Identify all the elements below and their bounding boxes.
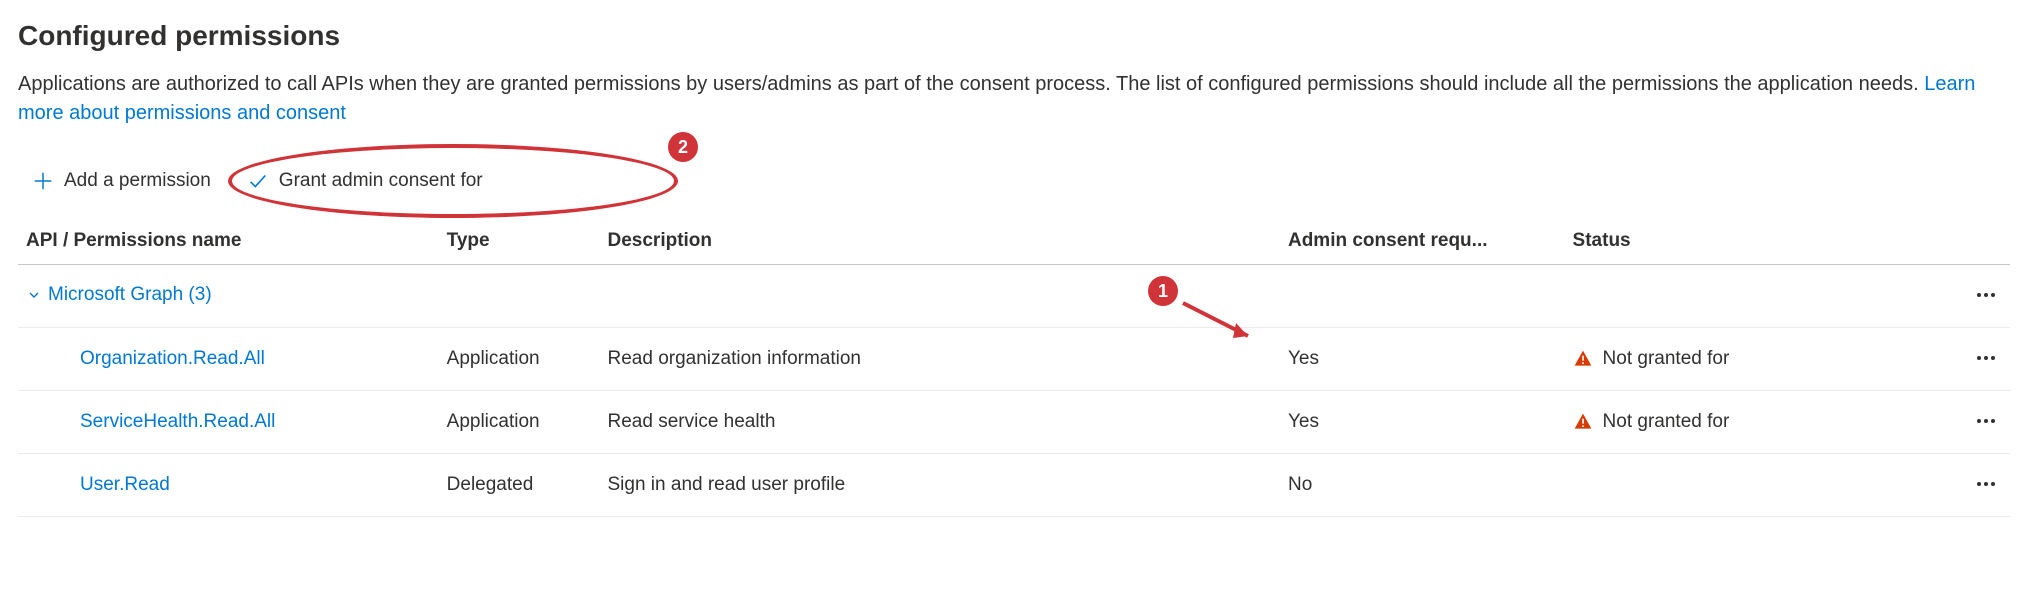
more-icon	[1974, 472, 1998, 496]
permission-description: Read organization information	[600, 328, 1280, 391]
permission-consent: Yes	[1280, 391, 1565, 454]
more-icon	[1974, 409, 1998, 433]
annotation-badge-2: 2	[668, 132, 698, 162]
warning-icon	[1573, 412, 1593, 432]
more-icon	[1974, 283, 1998, 307]
toolbar: Add a permission Grant admin consent for…	[18, 158, 2010, 218]
col-header-consent[interactable]: Admin consent requ...	[1280, 218, 1565, 265]
add-permission-button[interactable]: Add a permission	[26, 166, 217, 196]
chevron-down-icon	[26, 287, 42, 303]
permissions-table: API / Permissions name Type Description …	[18, 218, 2010, 517]
col-header-description[interactable]: Description	[600, 218, 1280, 265]
intro-text: Applications are authorized to call APIs…	[18, 70, 2010, 128]
check-icon	[247, 170, 269, 192]
permission-consent: No	[1280, 454, 1565, 517]
col-header-type[interactable]: Type	[439, 218, 600, 265]
intro-body: Applications are authorized to call APIs…	[18, 73, 1924, 95]
permission-link[interactable]: ServiceHealth.Read.All	[26, 411, 275, 433]
warning-icon	[1573, 349, 1593, 369]
col-header-name[interactable]: API / Permissions name	[18, 218, 439, 265]
permission-type: Application	[439, 328, 600, 391]
more-actions-button[interactable]	[1970, 342, 2002, 374]
status-cell: Not granted for	[1573, 411, 1928, 433]
permission-description: Sign in and read user profile	[600, 454, 1280, 517]
permission-description: Read service health	[600, 391, 1280, 454]
more-actions-button[interactable]	[1970, 279, 2002, 311]
permission-type: Application	[439, 391, 600, 454]
grant-admin-consent-label: Grant admin consent for	[279, 170, 483, 192]
table-row: ServiceHealth.Read.All Application Read …	[18, 391, 2010, 454]
more-actions-button[interactable]	[1970, 468, 2002, 500]
group-label: Microsoft Graph (3)	[48, 284, 212, 306]
col-header-status[interactable]: Status	[1565, 218, 1936, 265]
table-row: Organization.Read.All Application Read o…	[18, 328, 2010, 391]
status-text: Not granted for	[1603, 348, 1730, 370]
permission-type: Delegated	[439, 454, 600, 517]
api-group-row[interactable]: Microsoft Graph (3)	[18, 265, 2010, 328]
more-actions-button[interactable]	[1970, 405, 2002, 437]
status-text: Not granted for	[1603, 411, 1730, 433]
plus-icon	[32, 170, 54, 192]
table-row: User.Read Delegated Sign in and read use…	[18, 454, 2010, 517]
add-permission-label: Add a permission	[64, 170, 211, 192]
permission-consent: Yes	[1280, 328, 1565, 391]
permission-link[interactable]: User.Read	[26, 474, 170, 496]
more-icon	[1974, 346, 1998, 370]
status-cell: Not granted for	[1573, 348, 1928, 370]
permission-link[interactable]: Organization.Read.All	[26, 348, 265, 370]
group-toggle[interactable]: Microsoft Graph (3)	[26, 284, 212, 306]
page-title: Configured permissions	[18, 20, 2010, 52]
grant-admin-consent-button[interactable]: Grant admin consent for	[241, 166, 489, 196]
